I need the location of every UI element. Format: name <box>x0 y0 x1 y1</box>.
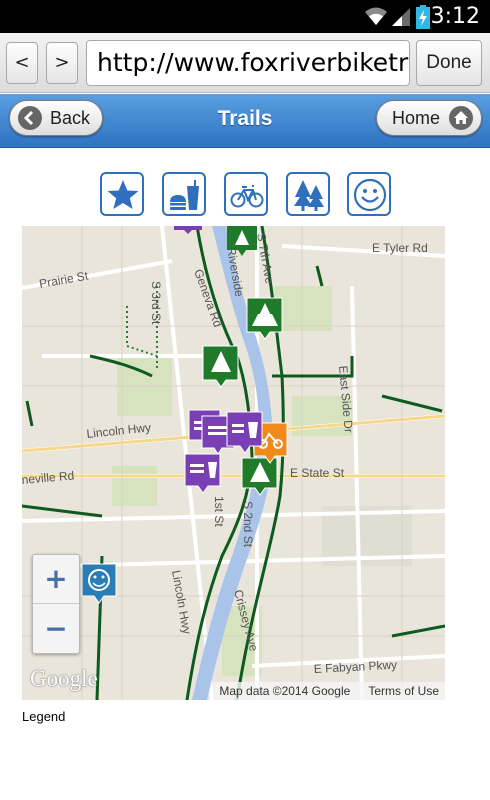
street-label-3rd: S 3rd St <box>149 281 163 325</box>
map-attribution: Map data ©2014 Google Terms of Use <box>213 682 445 700</box>
clock: 3:12 <box>430 4 480 29</box>
back-button-label: Back <box>50 108 91 128</box>
google-logo: Google <box>30 666 98 691</box>
zoom-out-button[interactable]: − <box>33 605 79 654</box>
zoom-in-button[interactable]: + <box>33 555 79 604</box>
street-label-geneva: Geneva Rd <box>191 267 225 329</box>
street-label-1st: 1st St <box>212 496 226 527</box>
status-bar: 3:12 <box>0 0 490 33</box>
map-canvas: E Tyler Rd Prairie St Geneva Rd Riversid… <box>22 226 445 700</box>
park-marker[interactable] <box>202 345 239 388</box>
url-field[interactable]: http://www.foxriverbiketrail <box>86 40 410 86</box>
back-button[interactable]: Back <box>9 100 103 136</box>
map-data-credit: Map data ©2014 Google <box>219 684 351 698</box>
wifi-icon <box>365 7 387 25</box>
home-button-label: Home <box>392 108 441 128</box>
smiley-icon <box>353 178 387 212</box>
arrow-left-icon <box>18 106 42 130</box>
terms-of-use-link[interactable]: Terms of Use <box>368 684 439 698</box>
browser-back-button[interactable]: < <box>6 42 38 84</box>
filter-parks[interactable] <box>286 172 330 216</box>
filter-amenities[interactable] <box>347 172 391 216</box>
street-label-e-tyler: E Tyler Rd <box>372 241 428 255</box>
category-filters <box>0 172 490 218</box>
page-header: Trails Back Home <box>0 94 490 148</box>
legend-label: Legend <box>22 709 66 724</box>
street-label-state: E State St <box>290 466 345 480</box>
zoom-control: + − <box>32 554 80 654</box>
star-icon <box>107 180 139 209</box>
browser-toolbar: < > http://www.foxriverbiketrail Done <box>0 33 490 93</box>
street-label-fabyan: E Fabyan Pkwy <box>313 658 397 676</box>
bicycle-icon <box>230 185 264 208</box>
filter-favorites[interactable] <box>100 172 144 216</box>
trail-map[interactable]: E Tyler Rd Prairie St Geneva Rd Riversid… <box>22 226 445 700</box>
filter-bike[interactable] <box>224 172 268 216</box>
trees-icon <box>294 180 324 211</box>
battery-charging-icon <box>416 5 430 29</box>
home-icon <box>449 106 473 130</box>
home-button[interactable]: Home <box>376 100 482 136</box>
street-label-2nd: S 2nd St <box>241 501 255 548</box>
street-label-lincoln-2: Lincoln Hwy <box>169 569 194 635</box>
street-label-lincoln-1: Lincoln Hwy <box>86 420 152 441</box>
browser-forward-button[interactable]: > <box>46 42 78 84</box>
signal-icon <box>392 8 410 26</box>
street-label-neville: neville Rd <box>22 468 75 487</box>
filter-food[interactable] <box>162 172 206 216</box>
amenity-marker[interactable] <box>81 563 117 604</box>
burger-drink-icon <box>170 180 199 210</box>
done-button[interactable]: Done <box>416 40 482 86</box>
